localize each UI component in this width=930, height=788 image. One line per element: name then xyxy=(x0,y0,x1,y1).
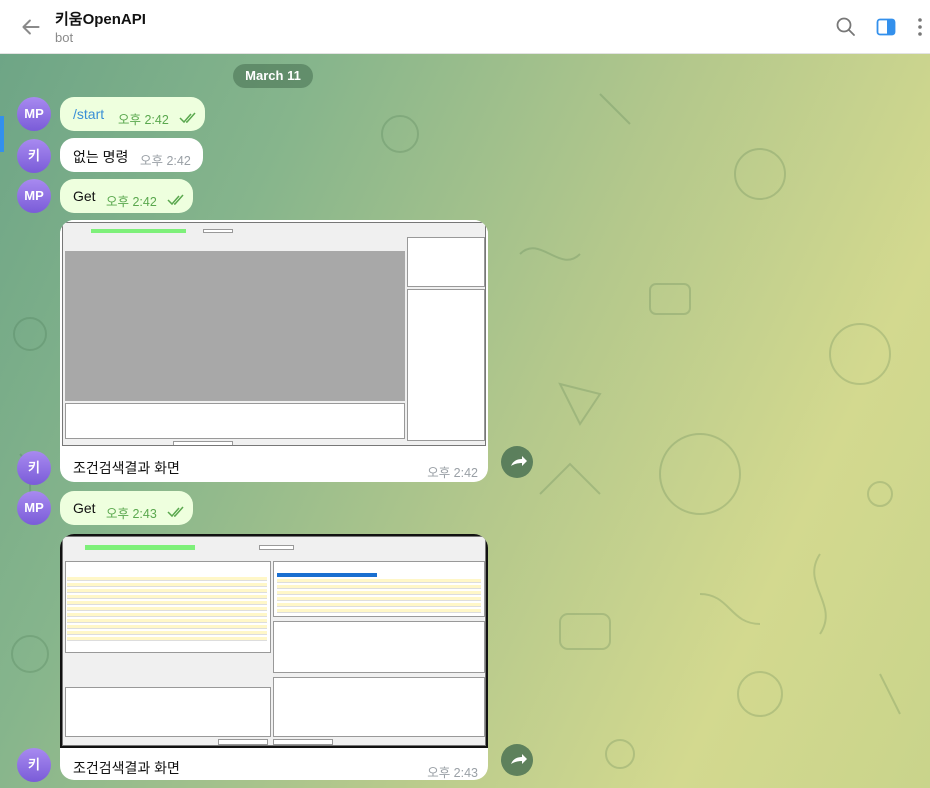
message-time: 오후 2:42 xyxy=(140,154,191,168)
avatar[interactable]: 키 xyxy=(17,451,51,485)
unread-indicator xyxy=(0,116,4,152)
sidebar-toggle-icon[interactable] xyxy=(874,15,898,39)
more-vertical-icon[interactable] xyxy=(908,15,930,39)
avatar[interactable]: 키 xyxy=(17,748,51,782)
message-bubble[interactable]: /start 오후 2:42 xyxy=(60,97,205,131)
forward-arrow-icon[interactable] xyxy=(501,446,533,478)
message-bubble[interactable]: Get 오후 2:42 xyxy=(60,179,193,213)
chat-title[interactable]: 키움OpenAPI xyxy=(55,8,146,29)
back-arrow-icon[interactable] xyxy=(18,14,44,40)
chat-area[interactable]: March 11 MP /start 오후 2:42 키 없는 명령 오후 2:… xyxy=(0,54,930,788)
chat-subtitle: bot xyxy=(55,30,74,45)
double-check-icon xyxy=(167,506,184,518)
message-time: 오후 2:42 xyxy=(106,195,157,209)
message-bubble[interactable]: 없는 명령 오후 2:42 xyxy=(60,138,203,172)
screenshot-window xyxy=(62,536,486,746)
chat-header: 키움OpenAPI bot xyxy=(0,0,930,54)
message-time: 오후 2:43 xyxy=(427,766,478,780)
photo-caption: 조건검색결과 화면 xyxy=(73,460,180,476)
message-time: 오후 2:43 xyxy=(106,507,157,521)
avatar[interactable]: MP xyxy=(17,491,51,525)
message-time: 오후 2:42 xyxy=(118,113,169,127)
search-icon[interactable] xyxy=(834,15,858,39)
forward-arrow-icon[interactable] xyxy=(501,744,533,776)
screenshot-window xyxy=(62,222,486,446)
message-text: Get xyxy=(73,188,96,204)
double-check-icon xyxy=(179,112,196,124)
double-check-icon xyxy=(167,194,184,206)
message-text: 없는 명령 xyxy=(73,149,129,165)
message-text: Get xyxy=(73,500,96,516)
photo-caption: 조건검색결과 화면 xyxy=(73,760,180,776)
avatar[interactable]: 키 xyxy=(17,139,51,173)
command-link[interactable]: /start xyxy=(73,106,104,122)
date-separator: March 11 xyxy=(233,64,313,88)
photo-screenshot[interactable] xyxy=(60,220,488,448)
avatar[interactable]: MP xyxy=(17,97,51,131)
photo-message[interactable]: 조건검색결과 화면 오후 2:42 xyxy=(60,220,488,482)
message-time: 오후 2:42 xyxy=(427,466,478,480)
avatar[interactable]: MP xyxy=(17,179,51,213)
message-bubble[interactable]: Get 오후 2:43 xyxy=(60,491,193,525)
photo-screenshot[interactable] xyxy=(60,534,488,748)
photo-message[interactable]: 조건검색결과 화면 오후 2:43 xyxy=(60,534,488,780)
